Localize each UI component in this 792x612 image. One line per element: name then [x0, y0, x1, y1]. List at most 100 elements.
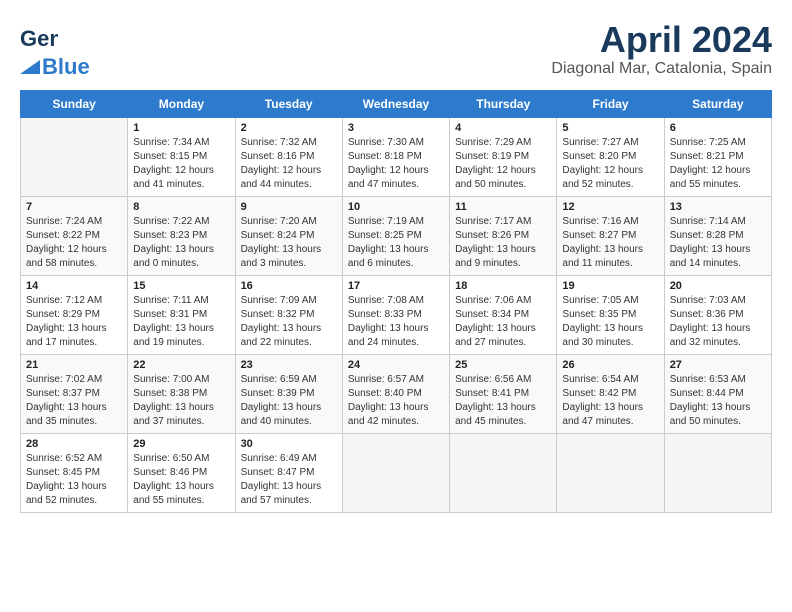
sunrise-text: Sunrise: 7:24 AM: [26, 215, 122, 229]
day-info: Sunrise: 6:52 AMSunset: 8:45 PMDaylight:…: [26, 452, 122, 508]
sunrise-text: Sunrise: 7:25 AM: [670, 136, 766, 150]
day-number: 5: [562, 122, 658, 134]
daylight-text: Daylight: 12 hours and 52 minutes.: [562, 164, 658, 192]
sunrise-text: Sunrise: 7:27 AM: [562, 136, 658, 150]
calendar-cell: 10Sunrise: 7:19 AMSunset: 8:25 PMDayligh…: [342, 197, 449, 276]
sunset-text: Sunset: 8:25 PM: [348, 229, 444, 243]
sunrise-text: Sunrise: 6:53 AM: [670, 373, 766, 387]
day-number: 4: [455, 122, 551, 134]
day-info: Sunrise: 7:24 AMSunset: 8:22 PMDaylight:…: [26, 215, 122, 271]
sunrise-text: Sunrise: 7:09 AM: [241, 294, 337, 308]
daylight-text: Daylight: 13 hours and 30 minutes.: [562, 322, 658, 350]
calendar-cell: 30 Sunrise: 6:49 AMSunset: 8:47 PMDayligh…: [235, 434, 342, 513]
day-info: Sunrise: 6:56 AMSunset: 8:41 PMDaylight:…: [455, 373, 551, 429]
day-number: 19: [562, 280, 658, 292]
daylight-text: Daylight: 13 hours and 22 minutes.: [241, 322, 337, 350]
day-number: 30: [241, 438, 337, 450]
daylight-text: Daylight: 13 hours and 27 minutes.: [455, 322, 551, 350]
sunrise-text: Sunrise: 7:05 AM: [562, 294, 658, 308]
header-day-saturday: Saturday: [664, 91, 771, 118]
day-number: 29: [133, 438, 229, 450]
daylight-text: Daylight: 13 hours and 57 minutes.: [241, 480, 337, 508]
day-info: Sunrise: 7:02 AMSunset: 8:37 PMDaylight:…: [26, 373, 122, 429]
daylight-text: Daylight: 13 hours and 19 minutes.: [133, 322, 229, 350]
day-number: 12: [562, 201, 658, 213]
sunrise-text: Sunrise: 7:02 AM: [26, 373, 122, 387]
day-info: Sunrise: 6:50 AMSunset: 8:46 PMDaylight:…: [133, 452, 229, 508]
calendar-cell: 9Sunrise: 7:20 AMSunset: 8:24 PMDaylight…: [235, 197, 342, 276]
month-title: April 2024: [551, 20, 772, 60]
sunrise-text: Sunrise: 6:57 AM: [348, 373, 444, 387]
day-info: Sunrise: 6:49 AMSunset: 8:47 PMDaylight:…: [241, 452, 337, 508]
daylight-text: Daylight: 13 hours and 14 minutes.: [670, 243, 766, 271]
sunrise-text: Sunrise: 7:16 AM: [562, 215, 658, 229]
daylight-text: Daylight: 13 hours and 6 minutes.: [348, 243, 444, 271]
daylight-text: Daylight: 13 hours and 35 minutes.: [26, 401, 122, 429]
sunset-text: Sunset: 8:40 PM: [348, 387, 444, 401]
day-number: 13: [670, 201, 766, 213]
day-info: Sunrise: 7:25 AMSunset: 8:21 PMDaylight:…: [670, 136, 766, 192]
day-info: Sunrise: 7:22 AMSunset: 8:23 PMDaylight:…: [133, 215, 229, 271]
sunrise-text: Sunrise: 7:29 AM: [455, 136, 551, 150]
sunset-text: Sunset: 8:20 PM: [562, 150, 658, 164]
day-info: Sunrise: 7:32 AMSunset: 8:16 PMDaylight:…: [241, 136, 337, 192]
calendar-week-4: 21 Sunrise: 7:02 AMSunset: 8:37 PMDayligh…: [21, 355, 772, 434]
calendar-cell: 2Sunrise: 7:32 AMSunset: 8:16 PMDaylight…: [235, 118, 342, 197]
day-number: 3: [348, 122, 444, 134]
day-info: Sunrise: 7:19 AMSunset: 8:25 PMDaylight:…: [348, 215, 444, 271]
day-number: 24: [348, 359, 444, 371]
calendar-cell: [664, 434, 771, 513]
day-number: 15: [133, 280, 229, 292]
daylight-text: Daylight: 13 hours and 50 minutes.: [670, 401, 766, 429]
calendar-cell: 7Sunrise: 7:24 AMSunset: 8:22 PMDaylight…: [21, 197, 128, 276]
sunset-text: Sunset: 8:31 PM: [133, 308, 229, 322]
calendar-cell: [450, 434, 557, 513]
title-block: April 2024 Diagonal Mar, Catalonia, Spai…: [551, 20, 772, 78]
day-number: 16: [241, 280, 337, 292]
calendar-cell: [342, 434, 449, 513]
calendar-cell: 8Sunrise: 7:22 AMSunset: 8:23 PMDaylight…: [128, 197, 235, 276]
header-day-thursday: Thursday: [450, 91, 557, 118]
sunset-text: Sunset: 8:42 PM: [562, 387, 658, 401]
calendar-cell: 23Sunrise: 6:59 AMSunset: 8:39 PMDayligh…: [235, 355, 342, 434]
day-info: Sunrise: 6:57 AMSunset: 8:40 PMDaylight:…: [348, 373, 444, 429]
sunrise-text: Sunrise: 7:11 AM: [133, 294, 229, 308]
logo-icon: General: [20, 20, 58, 58]
calendar-cell: 21 Sunrise: 7:02 AMSunset: 8:37 PMDayligh…: [21, 355, 128, 434]
calendar-cell: 22Sunrise: 7:00 AMSunset: 8:38 PMDayligh…: [128, 355, 235, 434]
day-number: 21: [26, 359, 122, 371]
calendar-cell: 1Sunrise: 7:34 AMSunset: 8:15 PMDaylight…: [128, 118, 235, 197]
daylight-text: Daylight: 13 hours and 45 minutes.: [455, 401, 551, 429]
day-info: Sunrise: 6:54 AMSunset: 8:42 PMDaylight:…: [562, 373, 658, 429]
page-header: General Blue April 2024 Diagonal Mar, Ca…: [20, 20, 772, 80]
day-number: 11: [455, 201, 551, 213]
day-info: Sunrise: 7:17 AMSunset: 8:26 PMDaylight:…: [455, 215, 551, 271]
sunset-text: Sunset: 8:15 PM: [133, 150, 229, 164]
sunset-text: Sunset: 8:26 PM: [455, 229, 551, 243]
daylight-text: Daylight: 12 hours and 41 minutes.: [133, 164, 229, 192]
header-day-monday: Monday: [128, 91, 235, 118]
calendar-cell: [21, 118, 128, 197]
header-day-sunday: Sunday: [21, 91, 128, 118]
calendar-cell: 18Sunrise: 7:06 AMSunset: 8:34 PMDayligh…: [450, 276, 557, 355]
day-number: 23: [241, 359, 337, 371]
sunrise-text: Sunrise: 7:00 AM: [133, 373, 229, 387]
daylight-text: Daylight: 13 hours and 40 minutes.: [241, 401, 337, 429]
calendar-cell: 20Sunrise: 7:03 AMSunset: 8:36 PMDayligh…: [664, 276, 771, 355]
sunset-text: Sunset: 8:23 PM: [133, 229, 229, 243]
calendar-cell: 24 Sunrise: 6:57 AMSunset: 8:40 PMDayligh…: [342, 355, 449, 434]
calendar-cell: 5 Sunrise: 7:27 AMSunset: 8:20 PMDaylight…: [557, 118, 664, 197]
daylight-text: Daylight: 13 hours and 17 minutes.: [26, 322, 122, 350]
calendar-cell: 12Sunrise: 7:16 AMSunset: 8:27 PMDayligh…: [557, 197, 664, 276]
day-info: Sunrise: 7:30 AMSunset: 8:18 PMDaylight:…: [348, 136, 444, 192]
sunset-text: Sunset: 8:41 PM: [455, 387, 551, 401]
calendar-cell: 3 Sunrise: 7:30 AMSunset: 8:18 PMDaylight…: [342, 118, 449, 197]
header-day-tuesday: Tuesday: [235, 91, 342, 118]
calendar-cell: 26Sunrise: 6:54 AMSunset: 8:42 PMDayligh…: [557, 355, 664, 434]
sunset-text: Sunset: 8:27 PM: [562, 229, 658, 243]
sunset-text: Sunset: 8:45 PM: [26, 466, 122, 480]
daylight-text: Daylight: 13 hours and 52 minutes.: [26, 480, 122, 508]
sunset-text: Sunset: 8:21 PM: [670, 150, 766, 164]
sunrise-text: Sunrise: 7:22 AM: [133, 215, 229, 229]
day-info: Sunrise: 7:20 AMSunset: 8:24 PMDaylight:…: [241, 215, 337, 271]
